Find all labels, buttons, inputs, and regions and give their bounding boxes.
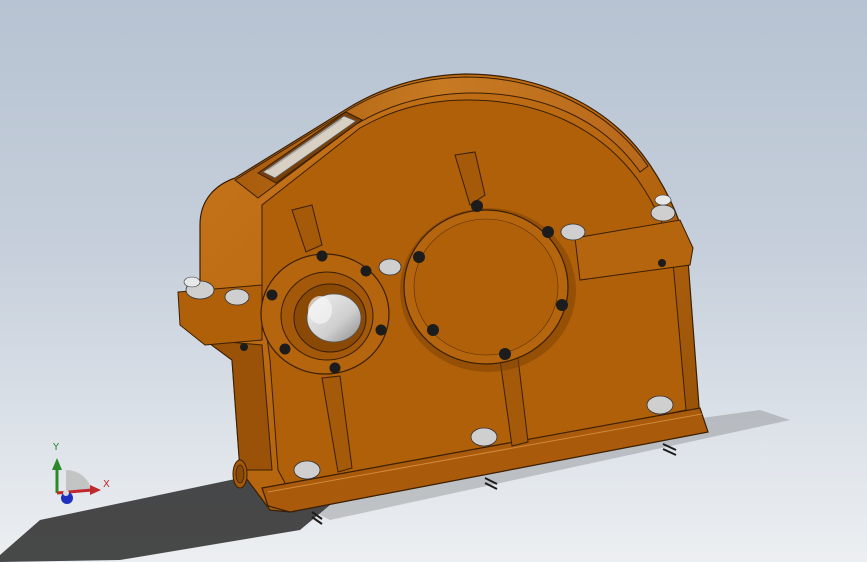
triad-x-label: X [103, 479, 110, 490]
gearbox-3d-model[interactable] [0, 0, 867, 562]
input-shaft[interactable] [306, 293, 362, 343]
gearbox-housing[interactable] [177, 73, 709, 525]
drain-plug[interactable] [232, 459, 248, 489]
coordinate-triad-icon [52, 458, 101, 504]
triad-y-label: Y [53, 442, 60, 453]
graphics-viewport[interactable]: X Y [0, 0, 867, 562]
